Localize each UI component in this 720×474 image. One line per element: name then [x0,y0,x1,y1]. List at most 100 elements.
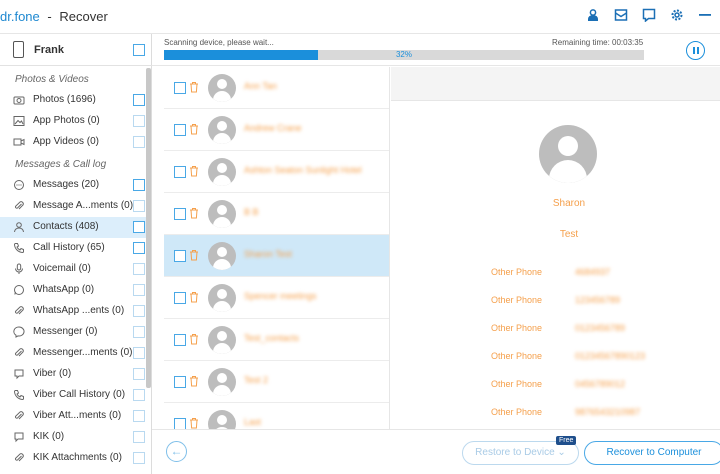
phone-label: Other Phone [491,379,543,389]
recover-to-computer-button[interactable]: Recover to Computer [584,441,720,465]
item-checkbox[interactable] [133,115,145,127]
brand-logo: dr.fone [0,9,40,24]
contact-row[interactable]: Test_contacts [164,319,389,361]
back-button[interactable]: ← [166,441,187,462]
row-checkbox[interactable] [174,292,186,304]
mail-icon[interactable] [614,8,628,22]
row-checkbox[interactable] [174,376,186,388]
settings-icon[interactable] [670,8,684,22]
item-checkbox[interactable] [133,305,145,317]
contact-row[interactable]: B B [164,193,389,235]
item-checkbox[interactable] [133,136,145,148]
trash-icon[interactable] [189,333,199,345]
item-checkbox[interactable] [133,347,145,359]
sidebar-item-message-attachments[interactable]: Message A...ments (0) [0,196,146,217]
trash-icon[interactable] [189,291,199,303]
trash-icon[interactable] [189,375,199,387]
row-checkbox[interactable] [174,418,186,429]
item-checkbox[interactable] [133,263,145,275]
contact-row[interactable]: Andrew Crane [164,109,389,151]
sidebar-item-photos[interactable]: Photos (1696) [0,90,146,111]
trash-icon[interactable] [189,249,199,261]
item-checkbox[interactable] [133,368,145,380]
sidebar-item-voicemail[interactable]: Voicemail (0) [0,259,146,280]
row-checkbox[interactable] [174,250,186,262]
item-checkbox[interactable] [133,284,145,296]
device-header[interactable]: Frank [0,34,152,66]
item-checkbox[interactable] [133,452,145,464]
contact-row[interactable]: Ashton Seaton Sunlight Hotel [164,151,389,193]
chat-icon[interactable] [642,8,656,23]
contact-name: B B [244,207,259,217]
item-checkbox[interactable] [133,200,145,212]
menu-icon[interactable] [698,8,712,22]
contact-row[interactable]: Test 2 [164,361,389,403]
phone-field: Other Phone 4684937 [491,267,711,281]
user-icon[interactable] [586,8,600,22]
sidebar-scrollbar[interactable] [146,68,151,388]
sidebar-item-viber-attachments[interactable]: Viber Att...ments (0) [0,406,146,427]
phone-icon [13,242,25,254]
phone-label: Other Phone [491,295,543,305]
scan-status-text: Scanning device, please wait... [164,38,274,47]
contact-row[interactable]: Last [164,403,389,429]
sidebar-item-kik[interactable]: KIK (0) [0,427,146,448]
sidebar-item-whatsapp[interactable]: WhatsApp (0) [0,280,146,301]
item-checkbox[interactable] [133,410,145,422]
trash-icon[interactable] [189,207,199,219]
row-checkbox[interactable] [174,124,186,136]
sidebar-item-label: Viber (0) [33,368,72,379]
sidebar-item-app-photos[interactable]: App Photos (0) [0,111,146,132]
row-checkbox[interactable] [174,334,186,346]
item-checkbox[interactable] [133,94,145,106]
whatsapp-icon [13,284,25,296]
sidebar-item-messages[interactable]: Messages (20) [0,175,146,196]
device-checkbox[interactable] [133,44,145,56]
sidebar-item-call-history[interactable]: Call History (65) [0,238,146,259]
item-checkbox[interactable] [133,242,145,254]
scan-status-bar: Scanning device, please wait... Remainin… [152,34,720,66]
row-checkbox[interactable] [174,166,186,178]
sidebar-item-messenger-attachments[interactable]: Messenger...ments (0) [0,343,146,364]
sidebar-item-messenger[interactable]: Messenger (0) [0,322,146,343]
avatar [208,242,236,270]
remaining-time: Remaining time: 00:03:35 [552,38,644,47]
window-title: Recover [59,9,108,24]
phone-label: Other Phone [491,323,543,333]
item-checkbox[interactable] [133,431,145,443]
sidebar-item-viber-call-history[interactable]: Viber Call History (0) [0,385,146,406]
avatar [208,368,236,396]
phone-icon [13,41,24,58]
trash-icon[interactable] [189,81,199,93]
sidebar-item-viber[interactable]: Viber (0) [0,364,146,385]
image-icon [13,115,25,127]
device-name: Frank [34,44,64,56]
trash-icon[interactable] [189,165,199,177]
row-checkbox[interactable] [174,208,186,220]
phone-value: 9876543210987 [575,407,641,417]
messenger-icon [13,326,25,338]
contact-row[interactable]: Spencer meetings [164,277,389,319]
contact-name: Spencer meetings [244,291,317,301]
row-checkbox[interactable] [174,82,186,94]
sidebar-item-kik-attachments[interactable]: KIK Attachments (0) [0,448,146,469]
item-checkbox[interactable] [133,179,145,191]
item-checkbox[interactable] [133,389,145,401]
contact-row-selected[interactable]: Sharon Test [164,235,389,277]
phone-value: 0456789012 [575,379,626,389]
phone-field: Other Phone 9876543210987 [491,407,711,421]
trash-icon[interactable] [189,123,199,135]
pause-button[interactable] [686,41,705,60]
item-checkbox[interactable] [133,326,145,338]
sidebar-item-whatsapp-attachments[interactable]: WhatsApp ...ents (0) [0,301,146,322]
avatar [208,200,236,228]
phone-value: 0123456789 [575,323,626,333]
contact-row[interactable]: Ann Tan [164,67,389,109]
item-checkbox[interactable] [133,221,145,233]
contact-detail-subtitle: Test [559,229,579,240]
sidebar-item-app-videos[interactable]: App Videos (0) [0,132,146,153]
phone-field: Other Phone 01234567890123 [491,351,711,365]
sidebar-item-contacts[interactable]: Contacts (408) [0,217,146,238]
sidebar-item-label: Messages (20) [33,179,100,190]
trash-icon[interactable] [189,417,199,429]
